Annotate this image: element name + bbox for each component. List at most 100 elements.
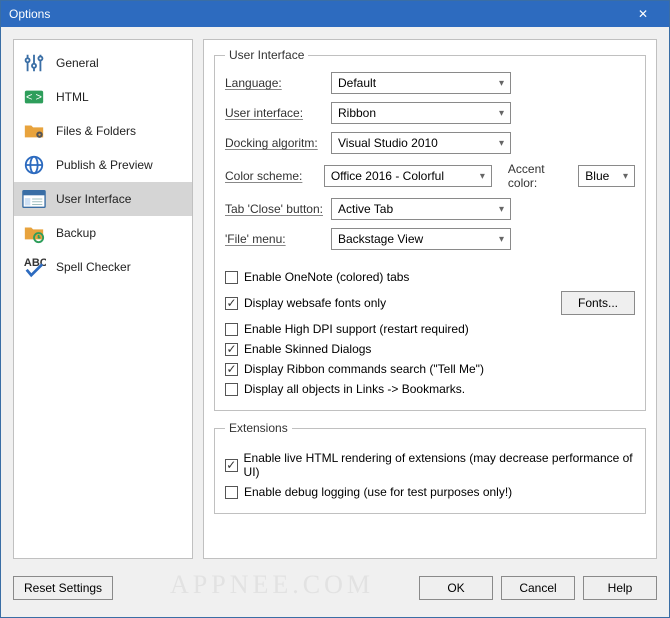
- row-language: Language: Default ▾: [225, 72, 635, 94]
- chevron-down-icon: ▾: [499, 204, 504, 215]
- cancel-button[interactable]: Cancel: [501, 576, 575, 600]
- combo-value: Ribbon: [338, 106, 376, 120]
- extensions-group: Extensions ✓ Enable live HTML rendering …: [214, 421, 646, 514]
- checkbox-label: Display all objects in Links -> Bookmark…: [244, 382, 465, 396]
- spellcheck-icon: ABC: [22, 255, 46, 279]
- label-color-scheme: Color scheme:: [225, 169, 318, 183]
- combo-user-interface[interactable]: Ribbon ▾: [331, 102, 511, 124]
- label-language: Language:: [225, 76, 325, 90]
- combo-value: Office 2016 - Colorful: [331, 169, 444, 183]
- sidebar-item-html[interactable]: < > HTML: [14, 80, 192, 114]
- sidebar-item-label: Publish & Preview: [56, 158, 153, 172]
- button-label: Help: [608, 581, 633, 595]
- sidebar-item-publish-preview[interactable]: Publish & Preview: [14, 148, 192, 182]
- check-high-dpi[interactable]: Enable High DPI support (restart require…: [225, 322, 635, 336]
- user-interface-group: User Interface Language: Default ▾ User …: [214, 48, 646, 411]
- sidebar-item-label: Files & Folders: [56, 124, 136, 138]
- checkbox-icon: ✓: [225, 459, 238, 472]
- combo-tab-close[interactable]: Active Tab ▾: [331, 198, 511, 220]
- html-icon: < >: [22, 85, 46, 109]
- button-label: OK: [447, 581, 464, 595]
- button-label: Cancel: [519, 581, 556, 595]
- sidebar-item-spell-checker[interactable]: ABC Spell Checker: [14, 250, 192, 284]
- checkbox-label: Display websafe fonts only: [244, 296, 386, 310]
- backup-icon: [22, 221, 46, 245]
- sidebar-item-backup[interactable]: Backup: [14, 216, 192, 250]
- check-debug-logging[interactable]: Enable debug logging (use for test purpo…: [225, 485, 635, 499]
- checkbox-label: Enable Skinned Dialogs: [244, 342, 371, 356]
- content-panel: User Interface Language: Default ▾ User …: [203, 39, 657, 559]
- sidebar-item-user-interface[interactable]: User Interface: [14, 182, 192, 216]
- folder-gear-icon: [22, 119, 46, 143]
- label-docking: Docking algoritm:: [225, 136, 325, 150]
- check-websafe-fonts[interactable]: ✓ Display websafe fonts only: [225, 296, 386, 310]
- chevron-down-icon: ▾: [623, 171, 628, 182]
- sidebar-item-files-folders[interactable]: Files & Folders: [14, 114, 192, 148]
- label-file-menu: 'File' menu:: [225, 232, 325, 246]
- group-legend: Extensions: [225, 421, 292, 435]
- ok-button[interactable]: OK: [419, 576, 493, 600]
- globe-icon: [22, 153, 46, 177]
- checkbox-icon: [225, 271, 238, 284]
- sidebar-item-label: Spell Checker: [56, 260, 131, 274]
- row-docking: Docking algoritm: Visual Studio 2010 ▾: [225, 132, 635, 154]
- check-tell-me[interactable]: ✓ Display Ribbon commands search ("Tell …: [225, 362, 635, 376]
- options-window: Options ✕ General: [0, 0, 670, 618]
- checkbox-label: Enable OneNote (colored) tabs: [244, 270, 409, 284]
- combo-value: Backstage View: [338, 232, 423, 246]
- checkbox-icon: ✓: [225, 363, 238, 376]
- titlebar: Options ✕: [1, 1, 669, 27]
- combo-language[interactable]: Default ▾: [331, 72, 511, 94]
- sidebar-item-label: HTML: [56, 90, 89, 104]
- window-icon: [22, 187, 46, 211]
- combo-docking[interactable]: Visual Studio 2010 ▾: [331, 132, 511, 154]
- sidebar: General < > HTML Files &: [13, 39, 193, 559]
- combo-value: Visual Studio 2010: [338, 136, 438, 150]
- checkbox-icon: [225, 486, 238, 499]
- group-legend: User Interface: [225, 48, 308, 62]
- checkbox-icon: ✓: [225, 297, 238, 310]
- checkbox-label: Enable live HTML rendering of extensions…: [244, 451, 635, 479]
- combo-value: Default: [338, 76, 376, 90]
- close-button[interactable]: ✕: [625, 1, 661, 27]
- row-user-interface: User interface: Ribbon ▾: [225, 102, 635, 124]
- checkbox-label: Display Ribbon commands search ("Tell Me…: [244, 362, 484, 376]
- label-accent-color: Accent color:: [508, 162, 572, 190]
- sidebar-item-general[interactable]: General: [14, 46, 192, 80]
- checkbox-icon: [225, 323, 238, 336]
- row-tab-close: Tab 'Close' button: Active Tab ▾: [225, 198, 635, 220]
- check-onenote-tabs[interactable]: Enable OneNote (colored) tabs: [225, 270, 635, 284]
- chevron-down-icon: ▾: [480, 171, 485, 182]
- help-button[interactable]: Help: [583, 576, 657, 600]
- combo-value: Blue: [585, 169, 609, 183]
- window-body: General < > HTML Files &: [1, 27, 669, 571]
- check-live-rendering[interactable]: ✓ Enable live HTML rendering of extensio…: [225, 451, 635, 479]
- chevron-down-icon: ▾: [499, 234, 504, 245]
- check-skinned-dialogs[interactable]: ✓ Enable Skinned Dialogs: [225, 342, 635, 356]
- checkbox-label: Enable High DPI support (restart require…: [244, 322, 469, 336]
- svg-text:ABC: ABC: [24, 257, 46, 269]
- button-label: Reset Settings: [24, 581, 102, 595]
- sidebar-item-label: General: [56, 56, 99, 70]
- row-file-menu: 'File' menu: Backstage View ▾: [225, 228, 635, 250]
- window-title: Options: [9, 7, 50, 21]
- label-user-interface: User interface:: [225, 106, 325, 120]
- reset-settings-button[interactable]: Reset Settings: [13, 576, 113, 600]
- button-label: Fonts...: [578, 296, 618, 310]
- fonts-button[interactable]: Fonts...: [561, 291, 635, 315]
- chevron-down-icon: ▾: [499, 138, 504, 149]
- row-color-scheme: Color scheme: Office 2016 - Colorful ▾ A…: [225, 162, 635, 190]
- checkbox-icon: [225, 383, 238, 396]
- combo-accent-color[interactable]: Blue ▾: [578, 165, 635, 187]
- combo-file-menu[interactable]: Backstage View ▾: [331, 228, 511, 250]
- combo-value: Active Tab: [338, 202, 393, 216]
- combo-color-scheme[interactable]: Office 2016 - Colorful ▾: [324, 165, 492, 187]
- svg-text:< >: < >: [26, 92, 42, 104]
- checkbox-label: Enable debug logging (use for test purpo…: [244, 485, 512, 499]
- chevron-down-icon: ▾: [499, 108, 504, 119]
- chevron-down-icon: ▾: [499, 78, 504, 89]
- sidebar-item-label: User Interface: [56, 192, 131, 206]
- sidebar-item-label: Backup: [56, 226, 96, 240]
- footer-buttons: OK Cancel Help: [419, 576, 657, 600]
- check-bookmarks[interactable]: Display all objects in Links -> Bookmark…: [225, 382, 635, 396]
